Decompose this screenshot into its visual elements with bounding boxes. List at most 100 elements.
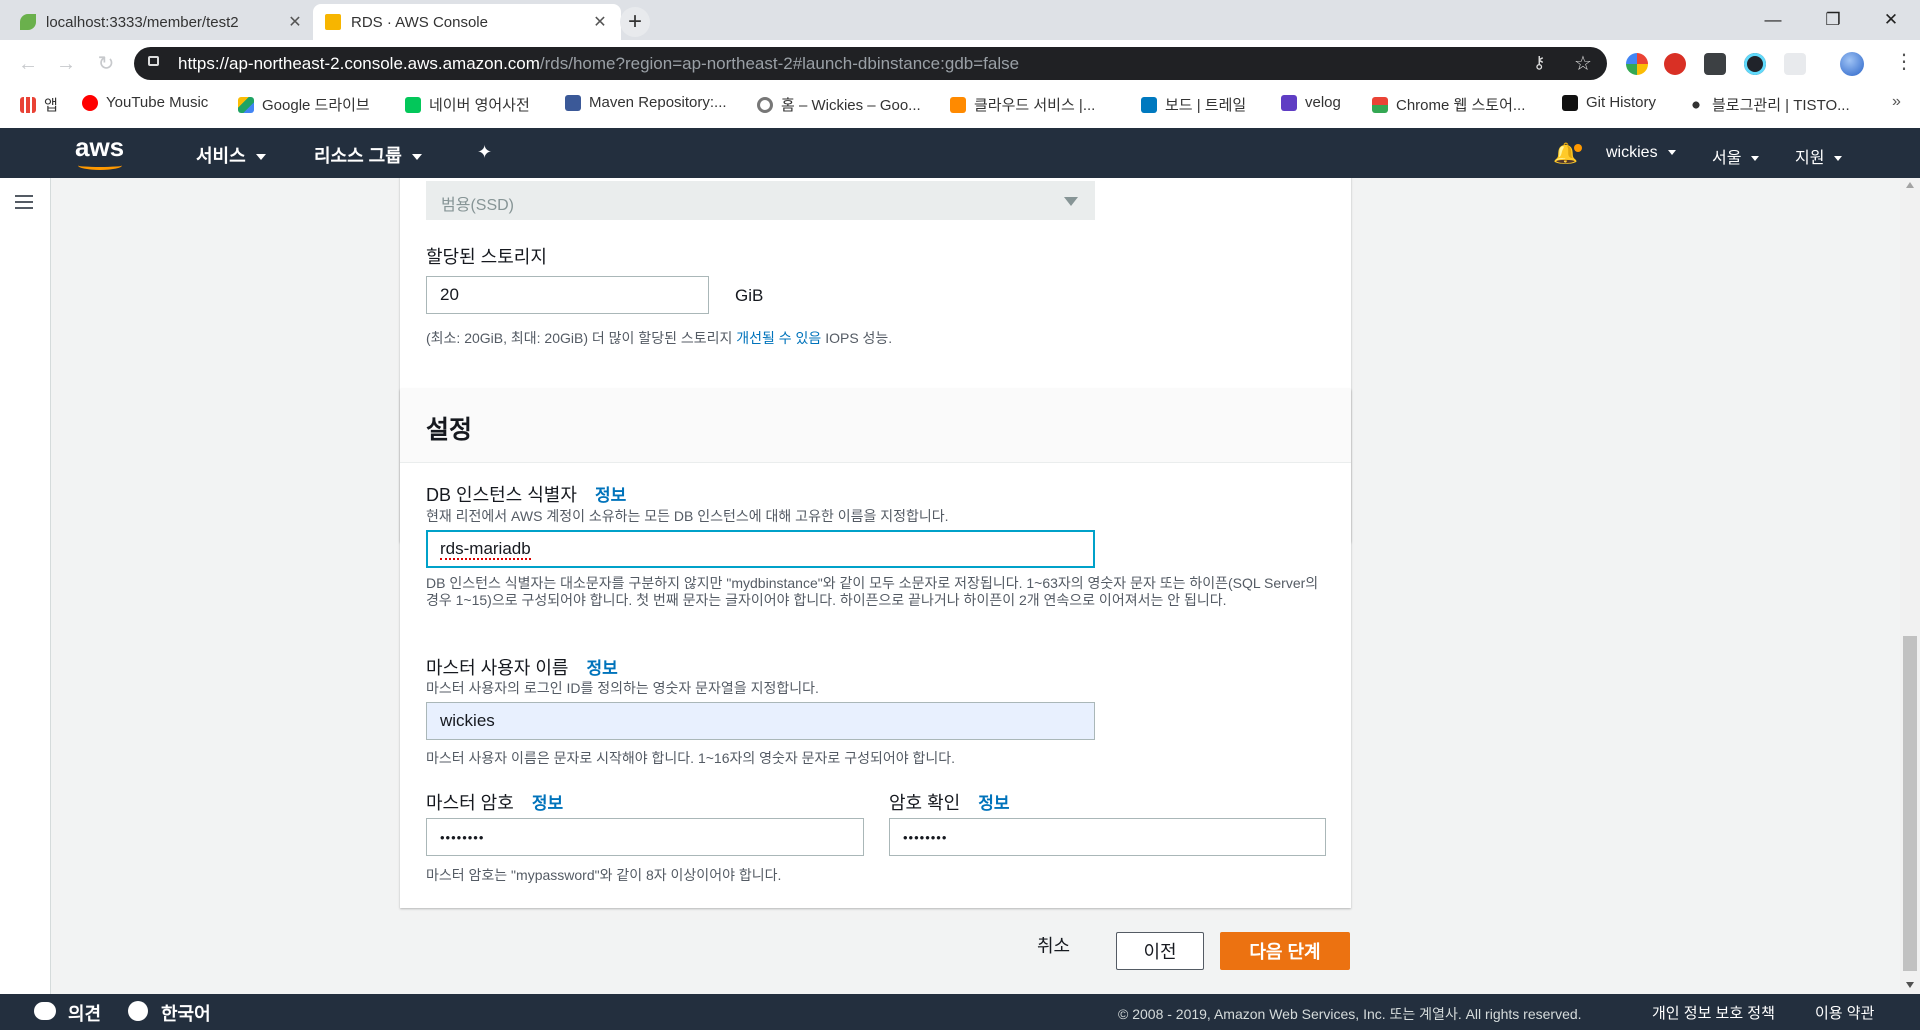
feedback-bubble-icon[interactable]: [34, 1002, 56, 1020]
back-button[interactable]: ←: [14, 50, 42, 78]
terms-of-use-link[interactable]: 이용 약관: [1815, 1002, 1874, 1023]
services-menu[interactable]: 서비스: [196, 142, 266, 168]
maximize-button[interactable]: ❐: [1810, 6, 1856, 34]
db-instance-id-desc: 현재 리전에서 AWS 계정이 소유하는 모든 DB 인스턴스에 대해 고유한 …: [426, 508, 949, 524]
browser-tab-bar: localhost:3333/member/test2 ✕ RDS · AWS …: [0, 0, 1920, 40]
hamburger-menu-icon[interactable]: [15, 195, 33, 209]
bookmark-label: 홈 – Wickies – Goo...: [781, 97, 921, 114]
bookmark-git-history[interactable]: Git History: [1562, 94, 1656, 111]
bookmark-youtube-music[interactable]: YouTube Music: [82, 94, 208, 111]
aws-top-nav: aws 서비스 리소스 그룹 ✦ 🔔 wickies 서울 지원: [0, 128, 1920, 178]
support-menu[interactable]: 지원: [1795, 144, 1843, 168]
notification-dot: [1574, 144, 1582, 152]
bookmark-wickies-home[interactable]: 홈 – Wickies – Goo...: [757, 94, 921, 115]
aws-cube-icon: [325, 14, 341, 30]
velog-icon: [1281, 94, 1297, 111]
resource-groups-label: 리소스 그룹: [314, 146, 402, 166]
minimize-button[interactable]: —: [1750, 6, 1796, 34]
scroll-up-arrow-icon[interactable]: [1906, 182, 1914, 188]
allocated-storage-input[interactable]: 20: [426, 276, 709, 314]
bookmark-chrome-store[interactable]: Chrome 웹 스토어...: [1372, 94, 1525, 115]
db-instance-id-info-link[interactable]: 정보: [595, 486, 626, 505]
key-icon[interactable]: ⚷: [1533, 53, 1545, 73]
bookmark-star-icon[interactable]: ☆: [1574, 51, 1592, 76]
previous-button[interactable]: 이전: [1116, 932, 1204, 970]
bookmark-naver-dictionary[interactable]: 네이버 영어사전: [405, 94, 530, 115]
language-selector[interactable]: 한국어: [161, 1000, 211, 1026]
storage-unit: GiB: [735, 286, 764, 305]
allocated-storage-label: 할당된 스토리지: [426, 247, 547, 267]
scrollbar-thumb[interactable]: [1903, 636, 1917, 971]
pin-icon[interactable]: ✦: [477, 142, 492, 163]
bookmark-label: Google 드라이브: [262, 97, 370, 114]
account-menu[interactable]: wickies: [1606, 144, 1676, 162]
account-label: wickies: [1606, 144, 1658, 161]
bookmark-label: velog: [1305, 94, 1341, 111]
bookmark-label: Chrome 웹 스토어...: [1396, 97, 1526, 114]
bookmarks-bar: 앱 YouTube Music Google 드라이브 네이버 영어사전 Mav…: [0, 87, 1920, 121]
confirm-password-info-link[interactable]: 정보: [978, 794, 1009, 813]
db-instance-id-rule: DB 인스턴스 식별자는 대소문자를 구분하지 않지만 "mydbinstanc…: [426, 575, 1319, 608]
tab-rds-console[interactable]: RDS · AWS Console ✕: [313, 4, 621, 40]
bookmark-velog[interactable]: velog: [1281, 94, 1341, 111]
confirm-password-input[interactable]: ••••••••: [889, 818, 1326, 856]
bookmark-apps[interactable]: 앱: [20, 94, 58, 115]
extension-dictionary-icon[interactable]: [1704, 53, 1726, 75]
globe-icon[interactable]: [128, 1001, 148, 1021]
master-password-input[interactable]: ••••••••: [426, 818, 864, 856]
url-path: /rds/home?region=ap-northeast-2#launch-d…: [539, 54, 1020, 73]
extension-react-icon[interactable]: [1744, 53, 1766, 75]
next-step-button[interactable]: 다음 단계: [1220, 932, 1350, 970]
services-label: 서비스: [196, 146, 246, 166]
db-instance-id-input[interactable]: rds-mariadb: [426, 530, 1095, 568]
bookmark-cloud-service[interactable]: 클라우드 서비스 |...: [950, 94, 1095, 115]
address-bar[interactable]: https://ap-northeast-2.console.aws.amazo…: [134, 47, 1607, 80]
trello-icon: [1141, 96, 1157, 113]
bookmark-trello[interactable]: 보드 | 트레일: [1141, 94, 1246, 115]
chevron-down-icon: [255, 154, 266, 161]
chrome-store-icon: [1372, 96, 1388, 113]
feedback-link[interactable]: 의견: [68, 1000, 101, 1026]
browser-menu-icon[interactable]: ⋮: [1894, 49, 1914, 74]
tab-localhost[interactable]: localhost:3333/member/test2 ✕: [8, 4, 316, 40]
bookmarks-overflow-icon[interactable]: »: [1892, 93, 1901, 111]
chevron-down-icon: [411, 154, 422, 161]
forward-button[interactable]: →: [52, 50, 80, 78]
tab-title: localhost:3333/member/test2: [46, 13, 239, 31]
profile-avatar[interactable]: [1840, 52, 1864, 76]
dropdown-arrow-icon: [1064, 197, 1078, 206]
tab-close-icon[interactable]: ✕: [591, 12, 609, 32]
storage-iops-link[interactable]: 개선될 수 있음: [736, 330, 821, 346]
master-username-input[interactable]: wickies: [426, 702, 1095, 740]
bookmark-label: 블로그관리 | TISTO...: [1712, 97, 1850, 114]
extension-adblock-icon[interactable]: [1664, 53, 1686, 75]
tab-close-icon[interactable]: ✕: [286, 12, 304, 32]
window-close-button[interactable]: ✕: [1868, 6, 1914, 34]
aws-logo[interactable]: aws: [75, 134, 135, 170]
tistory-icon: [1688, 96, 1704, 113]
resource-groups-menu[interactable]: 리소스 그룹: [314, 142, 422, 168]
maven-icon: [565, 94, 581, 111]
region-menu[interactable]: 서울: [1712, 144, 1760, 168]
cancel-button[interactable]: 취소: [1037, 932, 1070, 958]
extension-generic-icon[interactable]: [1784, 53, 1806, 75]
scroll-down-arrow-icon[interactable]: [1906, 982, 1914, 988]
reload-button[interactable]: ↻: [92, 50, 120, 78]
bookmark-label: Maven Repository:...: [589, 94, 727, 111]
cloud-service-icon: [950, 96, 966, 113]
extension-chrome-icon[interactable]: [1626, 53, 1648, 75]
db-instance-id-label: DB 인스턴스 식별자 정보: [426, 481, 626, 507]
bookmark-label: 앱: [44, 97, 58, 114]
master-password-label-text: 마스터 암호: [426, 793, 514, 813]
new-tab-button[interactable]: +: [620, 7, 650, 37]
bookmark-google-drive[interactable]: Google 드라이브: [238, 94, 370, 115]
master-username-info-link[interactable]: 정보: [586, 659, 617, 678]
storage-hint: (최소: 20GiB, 최대: 20GiB) 더 많이 할당된 스토리지 개선될…: [426, 328, 892, 348]
page-scrollbar[interactable]: [1900, 178, 1920, 994]
master-password-info-link[interactable]: 정보: [532, 794, 563, 813]
url-text[interactable]: https://ap-northeast-2.console.aws.amazo…: [178, 54, 1019, 74]
bookmark-tistory[interactable]: 블로그관리 | TISTO...: [1688, 94, 1850, 115]
bookmark-label: 클라우드 서비스 |...: [974, 97, 1096, 114]
privacy-policy-link[interactable]: 개인 정보 보호 정책: [1652, 1002, 1775, 1023]
bookmark-maven[interactable]: Maven Repository:...: [565, 94, 727, 111]
